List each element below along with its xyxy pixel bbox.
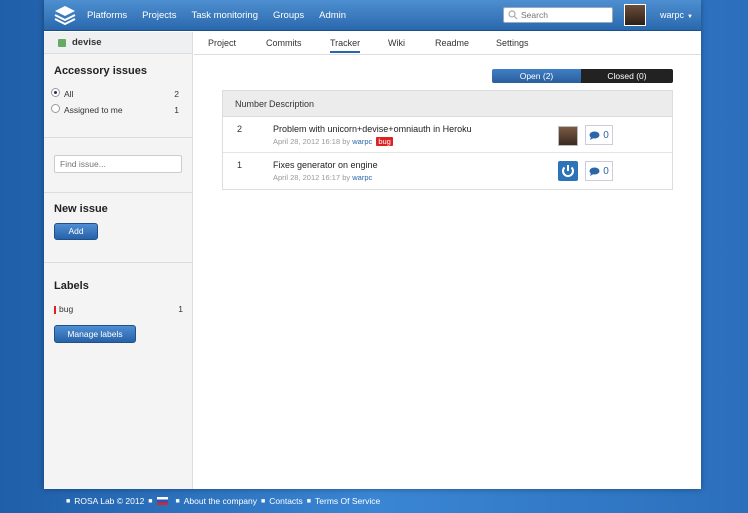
issue-meta: April 28, 2012 16:18 by warpc bug [273, 137, 393, 146]
table-row[interactable]: 2 Problem with unicorn+devise+omniauth i… [223, 117, 672, 153]
add-issue-button[interactable]: Add [54, 223, 98, 240]
assign-user-button[interactable] [558, 161, 578, 181]
rosa-logo-icon[interactable] [54, 4, 76, 26]
assignee-avatar[interactable] [558, 126, 578, 146]
comment-bubble-icon [589, 131, 600, 140]
filter-all-label: All [64, 89, 74, 99]
table-header: Number Description [223, 91, 672, 117]
issue-date: April 28, 2012 16:17 by [273, 173, 351, 182]
comments-number: 0 [603, 165, 609, 177]
chevron-down-icon: ▼ [687, 14, 693, 20]
comment-bubble-icon [589, 167, 600, 176]
accessory-issues-title: Accessory issues [54, 65, 147, 77]
search-icon [508, 10, 518, 20]
footer-link-contacts[interactable]: Contacts [269, 496, 303, 506]
label-count: 1 [178, 304, 183, 314]
power-icon [562, 165, 574, 177]
label-color-swatch [54, 305, 56, 314]
issue-title[interactable]: Problem with unicorn+devise+omniauth in … [273, 124, 472, 134]
issue-title[interactable]: Fixes generator on engine [273, 160, 378, 170]
col-number: Number [235, 99, 268, 109]
footer-copyright: ROSA Lab © 2012 [74, 496, 145, 506]
issue-date: April 28, 2012 16:18 by [273, 137, 351, 146]
label-name: bug [59, 304, 74, 314]
search-input[interactable] [521, 10, 611, 20]
tab-project[interactable]: Project [208, 38, 236, 48]
labels-title: Labels [54, 280, 89, 292]
bullet-icon: ■ [66, 497, 71, 505]
issue-meta: April 28, 2012 16:17 by warpc [273, 173, 372, 182]
issue-number: 1 [237, 160, 243, 170]
bullet-icon: ■ [306, 497, 312, 505]
status-toggle: Open (2) Closed (0) [492, 69, 673, 83]
bullet-icon: ■ [261, 497, 266, 505]
search-box[interactable] [503, 7, 613, 23]
issue-author[interactable]: warpc [352, 173, 372, 182]
sidebar: devise Accessory issues All 2 Assigned t… [44, 32, 193, 489]
issue-author[interactable]: warpc [352, 137, 372, 146]
footer-link-about[interactable]: About the company [184, 496, 257, 506]
filter-all[interactable]: All 2 [51, 88, 179, 99]
issue-number: 2 [237, 124, 243, 134]
find-issue-input[interactable] [54, 155, 182, 173]
user-menu[interactable]: warpc ▼ [660, 10, 693, 20]
radio-all[interactable] [51, 88, 60, 97]
footer: ■ ROSA Lab © 2012 ■ ■ About the company … [62, 496, 380, 506]
radio-assigned[interactable] [51, 104, 60, 113]
nav-groups[interactable]: Groups [273, 10, 304, 21]
comments-number: 0 [603, 129, 609, 141]
bullet-icon: ■ [175, 497, 180, 505]
closed-issues-button[interactable]: Closed (0) [581, 69, 673, 83]
bullet-icon: ■ [148, 497, 153, 505]
user-avatar[interactable] [624, 4, 646, 26]
filter-assigned[interactable]: Assigned to me 1 [51, 104, 179, 115]
issue-label-badge[interactable]: bug [376, 137, 393, 146]
new-issue-title: New issue [54, 203, 108, 215]
divider [44, 262, 192, 263]
project-tabs: Project Commits Tracker Wiki Readme Sett… [194, 32, 701, 55]
top-navbar: Platforms Projects Task monitoring Group… [44, 0, 701, 31]
filter-assigned-label: Assigned to me [64, 105, 123, 115]
filter-assigned-count: 1 [174, 104, 179, 115]
issues-table: Number Description 2 Problem with unicor… [222, 90, 673, 190]
tab-readme[interactable]: Readme [435, 38, 469, 48]
nav-platforms[interactable]: Platforms [87, 10, 127, 21]
divider [44, 192, 192, 193]
manage-labels-button[interactable]: Manage labels [54, 325, 136, 343]
filter-all-count: 2 [174, 88, 179, 99]
username: warpc [660, 10, 685, 20]
comments-count[interactable]: 0 [585, 161, 613, 181]
open-issues-button[interactable]: Open (2) [492, 69, 581, 83]
project-name[interactable]: devise [72, 37, 102, 48]
comments-count[interactable]: 0 [585, 125, 613, 145]
main-nav: Platforms Projects Task monitoring Group… [87, 0, 361, 31]
project-icon [58, 38, 66, 47]
tab-wiki[interactable]: Wiki [388, 38, 405, 48]
tab-commits[interactable]: Commits [266, 38, 302, 48]
divider [44, 137, 192, 138]
nav-projects[interactable]: Projects [142, 10, 176, 21]
app-frame: Platforms Projects Task monitoring Group… [44, 0, 701, 489]
col-description: Description [269, 99, 315, 109]
tab-tracker[interactable]: Tracker [330, 38, 361, 53]
nav-admin[interactable]: Admin [319, 10, 346, 21]
nav-task-monitoring[interactable]: Task monitoring [191, 10, 258, 21]
table-row[interactable]: 1 Fixes generator on engine April 28, 20… [223, 153, 672, 189]
label-item-bug[interactable]: bug 1 [54, 304, 183, 314]
russian-flag-icon[interactable] [156, 497, 168, 505]
footer-link-terms[interactable]: Terms Of Service [315, 496, 380, 506]
tab-settings[interactable]: Settings [496, 38, 529, 48]
project-header: devise [44, 32, 192, 54]
